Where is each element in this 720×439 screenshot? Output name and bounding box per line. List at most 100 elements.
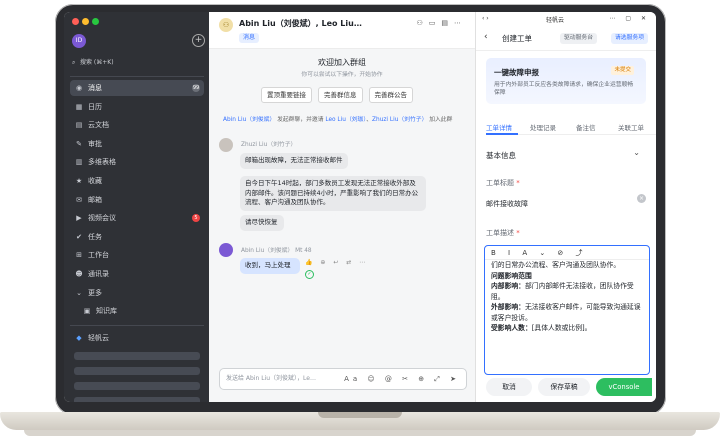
message-bubble[interactable]: 自今日下午14时起，部门多数员工发现无法正常接收外部及内部邮件。该问题已持续4小…	[240, 176, 426, 211]
message-input[interactable]: 发送给 Abin Liu（刘俊斌），Le… Aa ☺ @ ✂ ⊕ ⤢ ➤	[219, 368, 467, 390]
screen: ID + ⌕ 搜索 (⌘+K) ◉ 消息 99 ▦ 日历 ▤ 云文档 ✎ 审批 ▥ 多维表格 ★ 收藏 ✉…	[64, 12, 656, 402]
title-field[interactable]: 邮件接收故障	[486, 197, 646, 211]
vconsole-button[interactable]: vConsole	[596, 378, 652, 396]
message-bubble[interactable]: 请尽快恢复	[240, 215, 284, 231]
sidebar-item-10[interactable]: ☻ 通讯录	[70, 266, 204, 282]
compose-toolbar[interactable]: Aa ☺ @ ✂ ⊕ ⤢ ➤	[344, 369, 460, 389]
mail-icon: ✉	[76, 195, 82, 204]
sidebar-item-label: 知识库	[96, 307, 117, 316]
card-title: 一键故障申报	[494, 68, 539, 77]
sidebar-item-4[interactable]: ▥ 多维表格	[70, 154, 204, 170]
tab-related[interactable]: 关联工单	[618, 122, 652, 132]
sender-name: Zhuzi Liu（刘竹子）	[241, 142, 297, 148]
sidebar-item-label: 审批	[88, 139, 102, 148]
approval-icon: ✎	[76, 139, 82, 148]
message-actions[interactable]: 👍 ⊕ ↩ ⇄ ⋯	[305, 259, 368, 266]
search-input[interactable]: ⌕ 搜索 (⌘+K)	[70, 56, 204, 70]
chat-title[interactable]: Abin Liu（刘俊斌）, Leo Liu…	[239, 18, 362, 29]
tab-detail[interactable]: 工单详情	[486, 122, 512, 132]
editor-content[interactable]: 们的日常办公流程、客户沟通及团队协作。 问题影响范围 内部影响：部门内部邮件无法接收…	[491, 260, 643, 334]
tab-messages[interactable]: 消息	[239, 33, 260, 43]
service-desk-pill[interactable]: 驱动服务台	[560, 33, 597, 44]
chat-pane: ⚇ Abin Liu（刘俊斌）, Leo Liu… 消息 ⚇▭▤⋯ 欢迎加入群组…	[209, 12, 476, 402]
sidebar-item-0[interactable]: ◉ 消息 99	[70, 80, 204, 96]
back-nav-icon[interactable]: ‹ ›	[482, 15, 489, 22]
sidebar-item-label: 多维表格	[88, 158, 116, 167]
more-icon: ⌄	[76, 288, 82, 297]
avatar[interactable]	[219, 243, 233, 257]
clear-icon[interactable]: ×	[637, 194, 646, 203]
sidebar-item-label: 云文档	[88, 121, 109, 130]
sidebar-item-12[interactable]: ▣ 知识库	[70, 303, 204, 319]
chevron-down-icon[interactable]: ⌄	[633, 148, 640, 157]
ticket-panel: ‹ › 轻帆云 ⋯ ▢ ✕ ‹ 创建工单 驱动服务台 请选服务项 一键故障申报 …	[476, 12, 656, 402]
sidebar-item-label: 工作台	[88, 251, 109, 260]
chat-icon: ◉	[75, 84, 83, 92]
sidebar-item-6[interactable]: ✉ 邮箱	[70, 192, 204, 208]
back-arrow-icon[interactable]: ‹	[484, 32, 488, 42]
sidebar-item-11[interactable]: ⌄ 更多	[70, 285, 204, 301]
group-actions: 置顶重要链接 完善群信息 完善群公告	[261, 87, 413, 103]
sidebar-item-app[interactable]: ◆ 轻帆云	[70, 330, 204, 346]
tab-records[interactable]: 处理记录	[530, 122, 556, 132]
editor-paragraph: 内部影响：部门内部邮件无法接收，团队协作受阻。	[491, 282, 634, 301]
card-description: 用于内外部员工反应各类故障请求，确保企业运营顺畅保障	[494, 82, 634, 96]
choose-service-button[interactable]: 请选服务项	[611, 33, 648, 44]
editor-paragraph: 受影响人数：[具体人数或比例]。	[491, 324, 592, 332]
add-icon[interactable]: +	[192, 34, 205, 47]
group-info-button[interactable]: 完善群信息	[318, 87, 363, 103]
search-icon: ⌕	[72, 59, 76, 66]
avatar[interactable]: ID	[72, 34, 86, 48]
redacted-row[interactable]	[74, 382, 200, 390]
message-bubble[interactable]: 邮箱出现故障，无法正常接收邮件	[240, 153, 348, 169]
table-icon: ▥	[75, 158, 83, 167]
message-bubble[interactable]: 收到，马上处理	[240, 258, 300, 274]
laptop-shadow	[24, 430, 696, 436]
minimize-window-button[interactable]	[82, 18, 89, 25]
panel-window-icons[interactable]: ⋯ ▢ ✕	[609, 15, 650, 22]
sidebar-item-7[interactable]: ▶ 视频会议 5	[70, 210, 204, 226]
sidebar-item-9[interactable]: ⊞ 工作台	[70, 247, 204, 263]
group-notice-button[interactable]: 完善群公告	[368, 87, 413, 103]
sidebar-item-label: 通讯录	[88, 270, 109, 278]
redacted-row[interactable]	[74, 397, 200, 402]
add-member-icon: ⚇	[416, 19, 429, 27]
service-card: 一键故障申报 未提交 用于内外部员工反应各类故障请求，确保企业运营顺畅保障	[486, 58, 646, 104]
redacted-row[interactable]	[74, 352, 200, 360]
unread-badge: 99	[192, 84, 200, 92]
sidebar-item-3[interactable]: ✎ 审批	[70, 136, 204, 152]
sidebar-item-2[interactable]: ▤ 云文档	[70, 117, 204, 133]
doc-icon: ▤	[441, 19, 454, 27]
status-badge: 未提交	[611, 66, 634, 75]
workplace-icon: ⊞	[76, 251, 82, 260]
panel-footer: 取消 保存草稿 vConsole	[476, 374, 656, 402]
save-draft-button[interactable]: 保存草稿	[538, 378, 590, 396]
tab-notes[interactable]: 备注信	[576, 122, 596, 132]
sidebar-item-8[interactable]: ✔ 任务	[70, 229, 204, 245]
header-actions[interactable]: ⚇▭▤⋯	[416, 19, 467, 27]
redacted-row[interactable]	[74, 367, 200, 375]
sidebar-item-label: 日历	[88, 102, 102, 111]
divider	[70, 325, 204, 326]
wiki-icon: ▣	[83, 307, 91, 316]
description-editor[interactable]: B I A ⌄ ⊘ ⤴ 们的日常办公流程、客户沟通及团队协作。 问题影响范围 内部影…	[484, 245, 650, 375]
task-icon: ✔	[76, 232, 82, 241]
sidebar-item-label: 更多	[88, 288, 102, 297]
editor-paragraph: 问题影响范围	[491, 271, 532, 280]
editor-toolbar[interactable]: B I A ⌄ ⊘ ⤴	[485, 246, 649, 260]
sidebar-item-1[interactable]: ▦ 日历	[70, 99, 204, 115]
sender-name: Abin Liu（刘俊斌） Mt 48	[241, 248, 312, 254]
close-window-button[interactable]	[72, 18, 79, 25]
zoom-window-button[interactable]	[92, 18, 99, 25]
sidebar-item-label: 消息	[88, 84, 102, 92]
avatar[interactable]	[219, 138, 233, 152]
sidebar-item-label: 邮箱	[88, 195, 102, 204]
editor-paragraph: 外部影响：无法接收客户邮件，可能导致沟通延误或客户投诉。	[491, 303, 641, 322]
group-icon: ⚇	[219, 18, 233, 32]
panel-title: 创建工单	[502, 34, 532, 43]
cancel-button[interactable]: 取消	[486, 378, 532, 396]
sidebar-item-5[interactable]: ★ 收藏	[70, 173, 204, 189]
pin-link-button[interactable]: 置顶重要链接	[261, 87, 312, 103]
tab-indicator	[486, 133, 518, 135]
star-icon: ★	[75, 177, 83, 185]
